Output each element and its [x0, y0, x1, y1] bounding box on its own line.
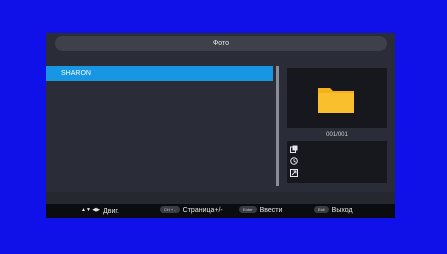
list-item-sharon[interactable]: SHARON: [46, 66, 273, 81]
list-scrollbar[interactable]: [276, 66, 279, 186]
help-bar: ▲▼ ◀▶ Двиг. CH + - Страница+/- Enter Ввести…: [46, 204, 395, 218]
info-pane: [287, 141, 387, 183]
hint-exit-label: Выход: [331, 207, 353, 214]
preview-pane: [287, 68, 387, 128]
list-item-label: SHARON: [61, 70, 91, 77]
hint-move-label: Двиг.: [102, 207, 119, 215]
scrollbar-thumb[interactable]: [276, 66, 279, 186]
arrow-keys-icon: ▲▼ ◀▶: [81, 207, 100, 213]
media-browser-window: Фото SHARON 001/001 ▲▼ ◀▶ Двиг. CH + - С…: [46, 33, 395, 218]
clock-icon: [290, 157, 298, 165]
folder-icon: [318, 88, 354, 113]
hint-exit: Exit Выход: [314, 204, 353, 218]
hint-page-label: Страница+/-: [182, 207, 223, 214]
title-bar: Фото: [55, 36, 387, 51]
item-counter: 001/001: [326, 132, 348, 138]
hint-page: CH + - Страница+/-: [160, 204, 223, 218]
window-title: Фото: [212, 40, 230, 47]
hint-move: ▲▼ ◀▶ Двиг.: [81, 204, 119, 218]
exit-key-icon: Exit: [314, 205, 329, 213]
hint-enter-label: Ввести: [259, 207, 283, 214]
slideshow-icon: [290, 145, 298, 153]
ch-key-icon: CH + -: [160, 205, 180, 213]
resize-icon: [290, 169, 298, 177]
enter-key-icon: Enter: [239, 205, 257, 213]
status-strip: [46, 192, 395, 204]
hint-enter: Enter Ввести: [239, 204, 282, 218]
